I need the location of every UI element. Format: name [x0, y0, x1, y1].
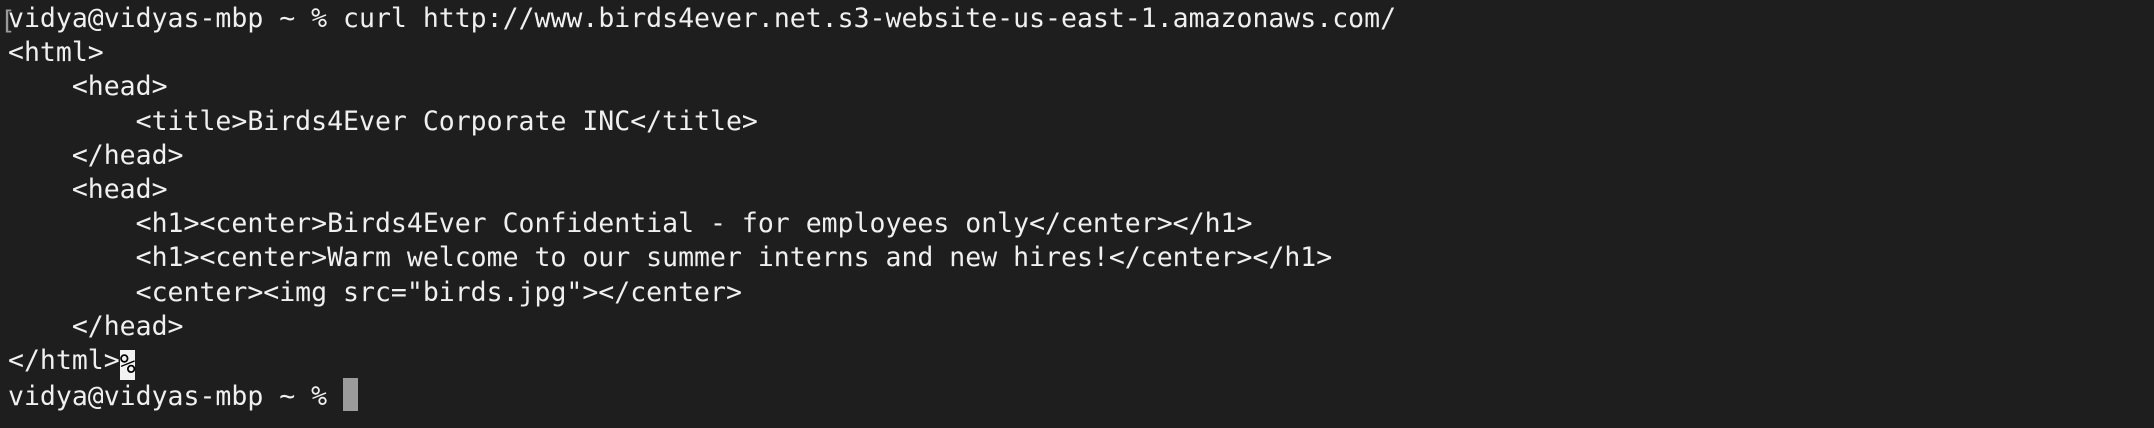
line-marker-bracket: [: [0, 6, 16, 36]
shell-prompt-final: vidya@vidyas-mbp ~ %: [8, 381, 344, 413]
text-cursor[interactable]: [343, 378, 359, 412]
shell-prompt: vidya@vidyas-mbp ~ %: [8, 3, 344, 34]
output-line-1: <html>: [8, 37, 104, 69]
output-line-8: <center><img src="birds.jpg"></center>: [8, 276, 742, 308]
no-newline-marker: %: [119, 348, 136, 380]
output-line-6: <h1><center>Birds4Ever Confidential - fo…: [8, 208, 1253, 240]
closing-html-tag: </html>: [8, 344, 120, 376]
output-line-3: <title>Birds4Ever Corporate INC</title>: [8, 105, 758, 137]
output-line-10: </html>%: [8, 344, 2154, 380]
prompt-line[interactable]: vidya@vidyas-mbp ~ %: [8, 378, 2154, 412]
output-line-9: </head>: [8, 310, 184, 342]
output-line-4: </head>: [8, 139, 184, 171]
output-line-7: <h1><center>Warm welcome to our summer i…: [8, 242, 1333, 274]
output-line-5: <head>: [8, 173, 168, 205]
output-line-2: <head>: [8, 71, 168, 103]
command-line: vidya@vidyas-mbp ~ % curl http://www.bir…: [8, 2, 2154, 36]
terminal-window[interactable]: [ vidya@vidyas-mbp ~ % curl http://www.b…: [0, 0, 2154, 428]
curl-command: curl http://www.birds4ever.net.s3-websit…: [343, 3, 1397, 34]
